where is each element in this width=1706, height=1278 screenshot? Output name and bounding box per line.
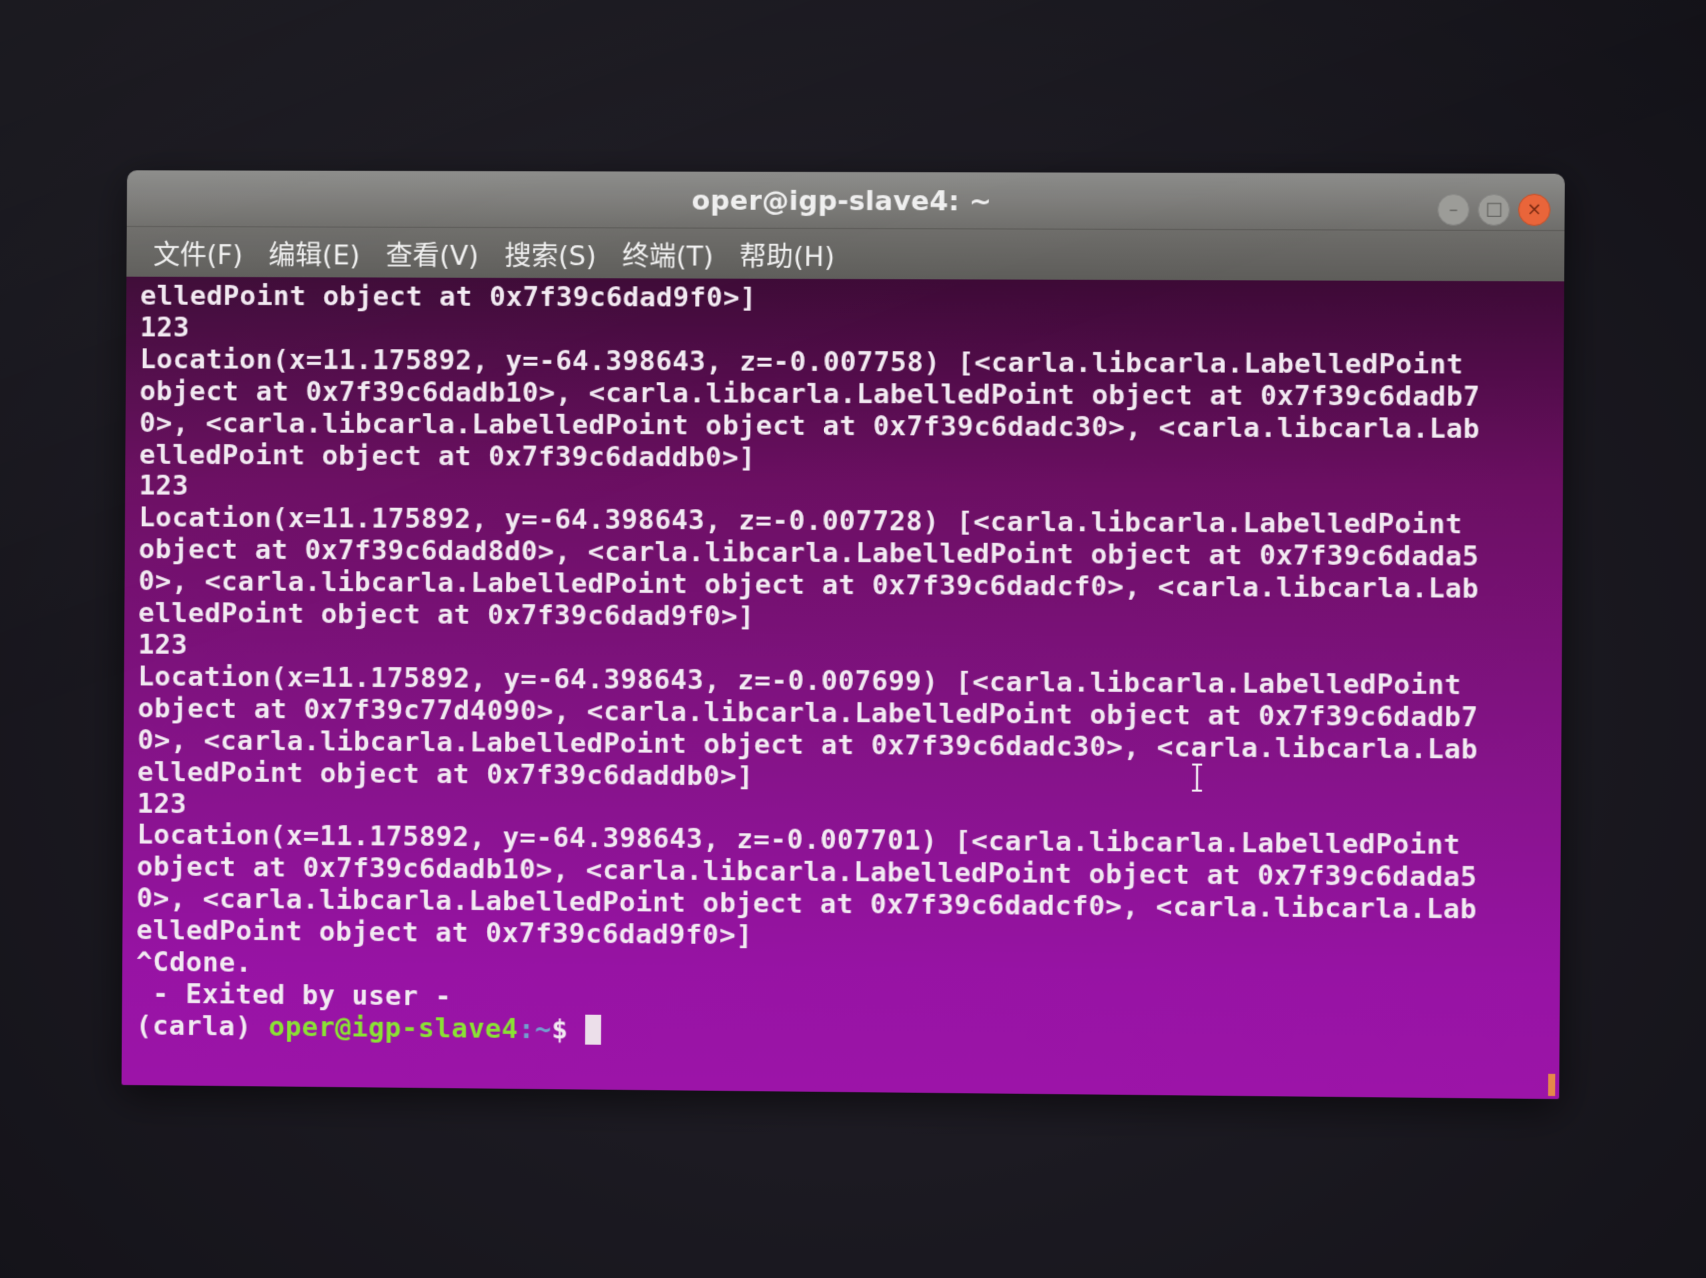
terminal-output[interactable]: elledPoint object at 0x7f39c6dad9f0>] 12… (121, 276, 1565, 1100)
menu-search[interactable]: 搜索(S) (492, 233, 610, 272)
menu-terminal[interactable]: 终端(T) (609, 234, 726, 273)
menu-edit[interactable]: 编辑(E) (256, 233, 373, 272)
window-title: oper@igp-slave4: ~ (691, 185, 993, 218)
terminal-line: Location(x=11.175892, y=-64.398643, z=-0… (139, 344, 1464, 381)
prompt-env: (carla) (135, 1010, 269, 1043)
title-bar[interactable]: oper@igp-slave4: ~ – □ × (126, 170, 1565, 232)
terminal-line: elledPoint object at 0x7f39c6dad9f0>] (140, 280, 757, 314)
window-controls: – □ × (1437, 193, 1551, 227)
maximize-icon: □ (1485, 198, 1503, 220)
menu-view[interactable]: 查看(V) (373, 233, 492, 272)
terminal-window: oper@igp-slave4: ~ – □ × 文件(F) 编辑(E) 查看(… (121, 170, 1565, 1100)
prompt-symbol: $ (551, 1014, 586, 1046)
maximize-button[interactable]: □ (1477, 193, 1511, 226)
mouse-ibeam-icon (1190, 764, 1204, 792)
prompt-user-host: oper@igp-slave4 (268, 1011, 519, 1045)
minimize-button[interactable]: – (1437, 193, 1470, 226)
menu-help[interactable]: 帮助(H) (726, 234, 847, 273)
menu-file[interactable]: 文件(F) (140, 232, 256, 271)
prompt-path: :~ (518, 1013, 552, 1046)
close-icon: × (1526, 198, 1542, 220)
menu-bar: 文件(F) 编辑(E) 查看(V) 搜索(S) 终端(T) 帮助(H) (126, 226, 1565, 282)
close-button[interactable]: × (1518, 193, 1551, 227)
terminal-line: 123 (139, 312, 190, 344)
scrollbar-indicator[interactable] (1548, 1073, 1556, 1097)
minimize-icon: – (1448, 198, 1459, 220)
text-cursor (584, 1014, 601, 1045)
